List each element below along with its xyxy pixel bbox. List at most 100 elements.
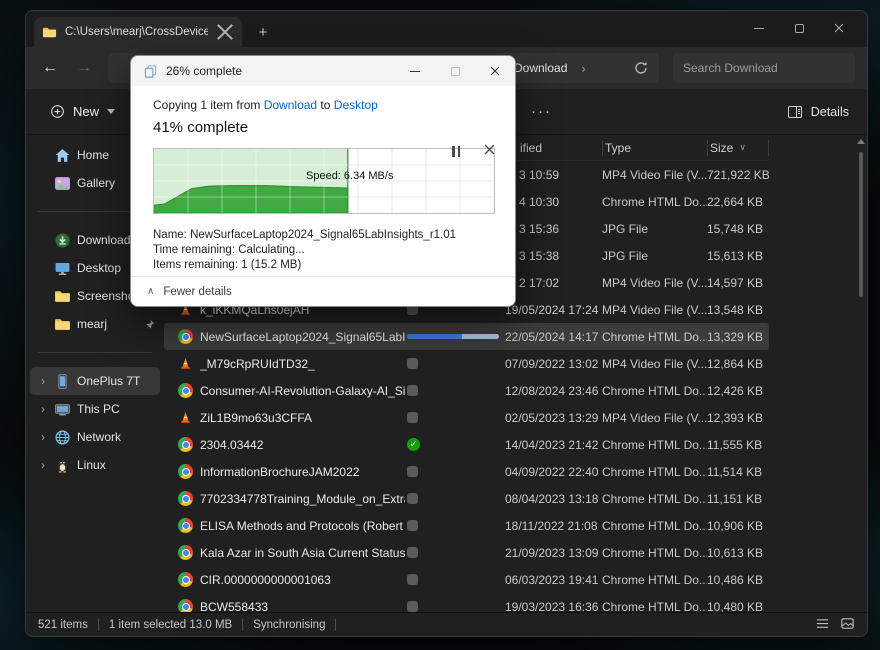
file-size: 11,555 KB [707, 438, 769, 452]
file-date-modified: 3 15:36 [505, 222, 602, 236]
sidebar-item-network[interactable]: ›Network [30, 423, 160, 451]
dialog-close-button[interactable] [475, 56, 515, 86]
file-row[interactable]: 7702334778Training_Module_on_Extrapul...… [164, 485, 769, 512]
minimize-button[interactable] [739, 11, 779, 45]
file-row[interactable]: InformationBrochureJAM2022 04/09/2022 22:… [164, 458, 769, 485]
details-view-button[interactable] [815, 616, 830, 634]
column-header-type[interactable]: Type [602, 140, 707, 156]
large-thumbnails-view-button[interactable] [840, 616, 855, 634]
file-name: InformationBrochureJAM2022 [200, 465, 405, 479]
file-type: Chrome HTML Do... [602, 384, 707, 398]
close-button[interactable] [819, 11, 859, 45]
linux-icon [54, 457, 71, 474]
sidebar-item-label: OnePlus 7T [77, 374, 156, 388]
file-progress-bar [407, 334, 499, 339]
file-size: 12,864 KB [707, 357, 769, 371]
file-type: Chrome HTML Do... [602, 573, 707, 587]
dialog-title-bar[interactable]: 26% complete [131, 56, 515, 86]
sidebar-divider [38, 352, 152, 353]
status-bar: 521 items 1 item selected 13.0 MB Synchr… [26, 612, 867, 636]
column-header-size[interactable]: Size ∨ [707, 140, 769, 156]
sidebar-item-oneplus-7t[interactable]: › OnePlus 7T [30, 367, 160, 395]
fewer-details-toggle[interactable]: ∧ Fewer details [131, 276, 515, 306]
file-name: CIR.0000000000001063 [200, 573, 405, 587]
file-type-icon [164, 539, 200, 566]
breadcrumb-segment-download[interactable]: Download [514, 61, 567, 75]
file-status [405, 412, 505, 423]
status-divider [98, 619, 99, 631]
more-options-button[interactable]: ··· [531, 103, 552, 120]
fewer-details-label: Fewer details [163, 286, 231, 298]
file-type: Chrome HTML Do... [602, 519, 707, 533]
maximize-button[interactable] [779, 11, 819, 45]
tab-strip: C:\Users\mearj\CrossDevice\O... + [26, 11, 867, 47]
file-type: Chrome HTML Do... [602, 600, 707, 613]
desktop-icon [54, 260, 71, 277]
file-row[interactable]: ELISA Methods and Protocols (Robert Hn..… [164, 512, 769, 539]
file-date-modified: 21/09/2023 13:09 [505, 546, 602, 560]
file-status [405, 574, 505, 585]
scroll-up-icon[interactable] [857, 139, 865, 144]
file-row[interactable]: 2304.03442✓14/04/2023 21:42Chrome HTML D… [164, 431, 769, 458]
new-button[interactable]: New [40, 98, 125, 125]
new-tab-button[interactable]: + [250, 19, 276, 45]
file-date-modified: 04/09/2022 22:40 [505, 465, 602, 479]
destination-folder-link[interactable]: Desktop [334, 98, 378, 112]
file-date-modified: 3 15:38 [505, 249, 602, 263]
details-pane-button[interactable]: Details [787, 104, 849, 120]
sidebar-item-this-pc[interactable]: ›This PC [30, 395, 160, 423]
scrollbar-thumb[interactable] [859, 152, 863, 297]
selection-summary: 1 item selected 13.0 MB [109, 619, 232, 631]
chevron-up-icon: ∧ [147, 286, 154, 297]
file-row[interactable]: NewSurfaceLaptop2024_Signal65LabInsig...… [164, 323, 769, 350]
cancel-copy-icon[interactable] [484, 144, 495, 158]
file-date-modified: 02/05/2023 13:29 [505, 411, 602, 425]
search-input[interactable] [673, 53, 855, 83]
sidebar-item-mearj[interactable]: mearj [30, 310, 160, 338]
sync-pending-icon [407, 385, 418, 396]
file-type-icon [164, 350, 200, 377]
file-size: 11,514 KB [707, 465, 769, 479]
file-row[interactable]: ZiL1B9mo63u3CFFA02/05/2023 13:29MP4 Vide… [164, 404, 769, 431]
back-button[interactable]: ← [40, 59, 60, 77]
forward-button[interactable]: → [74, 59, 94, 77]
pin-icon [143, 318, 156, 331]
dialog-maximize-button[interactable] [435, 56, 475, 86]
sidebar-item-linux[interactable]: › Linux [30, 451, 160, 479]
expand-chevron-icon: › [38, 458, 48, 472]
pause-icon[interactable] [452, 144, 460, 158]
file-row[interactable]: CIR.000000000000106306/03/2023 19:41Chro… [164, 566, 769, 593]
file-type: Chrome HTML Do... [602, 438, 707, 452]
vertical-scrollbar[interactable] [857, 139, 865, 609]
file-type: JPG File [602, 249, 707, 263]
file-type: MP4 Video File (V... [602, 357, 707, 371]
sidebar-item-label: Linux [77, 458, 156, 472]
file-type: MP4 Video File (V... [602, 303, 707, 317]
file-row[interactable]: Kala Azar in South Asia Current Status a… [164, 539, 769, 566]
file-name: 7702334778Training_Module_on_Extrapul... [200, 492, 405, 506]
chevron-right-icon[interactable]: › [581, 61, 585, 76]
chevron-down-icon [107, 109, 115, 114]
file-size: 13,548 KB [707, 303, 769, 317]
file-status [405, 385, 505, 396]
refresh-icon[interactable] [633, 60, 649, 76]
tab-close-icon[interactable] [216, 23, 234, 41]
status-divider [335, 619, 336, 631]
file-row[interactable]: BCW55843319/03/2023 16:36Chrome HTML Do.… [164, 593, 769, 612]
pc-icon [54, 401, 71, 418]
file-row[interactable]: Consumer-AI-Revolution-Galaxy-AI_Sign...… [164, 377, 769, 404]
dialog-minimize-button[interactable] [395, 56, 435, 86]
sync-pending-icon [407, 547, 418, 558]
file-row[interactable]: _M79cRpRUIdTD32_07/09/2022 13:02MP4 Vide… [164, 350, 769, 377]
column-header-date-modified[interactable]: ified [505, 140, 602, 156]
file-type: Chrome HTML Do... [602, 465, 707, 479]
expand-chevron-icon: › [38, 374, 48, 388]
downloads-icon [54, 232, 71, 249]
file-date-modified: 12/08/2024 23:46 [505, 384, 602, 398]
desktop-background: C:\Users\mearj\CrossDevice\O... + ← → Do… [0, 0, 880, 650]
file-name: Kala Azar in South Asia Current Status a… [200, 546, 405, 560]
file-size: 12,393 KB [707, 411, 769, 425]
explorer-tab[interactable]: C:\Users\mearj\CrossDevice\O... [34, 17, 242, 47]
check-icon: ✓ [407, 438, 420, 451]
source-folder-link[interactable]: Download [264, 98, 317, 112]
